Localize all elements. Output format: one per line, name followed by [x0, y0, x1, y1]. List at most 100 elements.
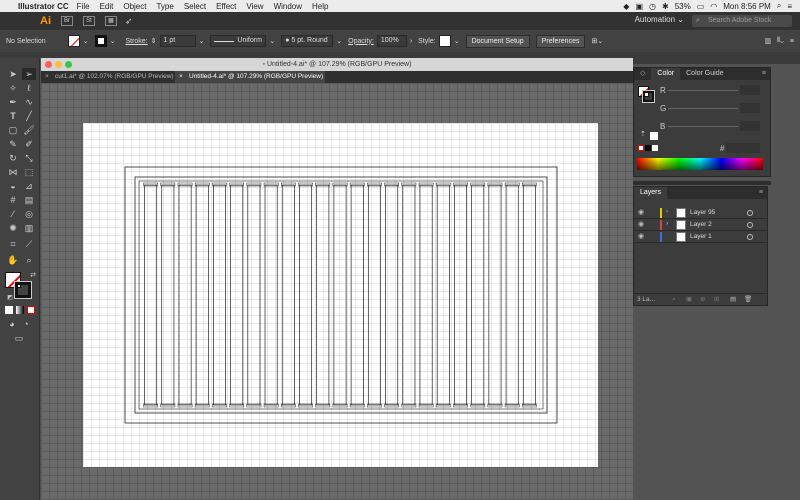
brush-definition[interactable]: ● 5 pt. Round: [281, 35, 334, 47]
hex-field[interactable]: [726, 143, 760, 153]
magic-wand-tool-icon[interactable]: ✧: [6, 82, 20, 94]
menu-object[interactable]: Object: [123, 2, 146, 11]
stroke-label[interactable]: Stroke:: [125, 38, 147, 45]
screen-mode-icon[interactable]: ▭: [12, 332, 26, 344]
stroke-swatch[interactable]: [94, 35, 107, 47]
menu-effect[interactable]: Effect: [216, 2, 236, 11]
width-tool-icon[interactable]: ⋈: [6, 166, 20, 178]
bridge-icon[interactable]: Br: [61, 16, 73, 26]
new-layer-icon[interactable]: ▤: [730, 294, 736, 306]
blend-tool-icon[interactable]: ◎: [22, 208, 36, 220]
chevron-down-icon[interactable]: ⌄: [269, 37, 275, 45]
chevron-down-icon[interactable]: ⌄: [454, 37, 460, 45]
tab-color-guide[interactable]: Color Guide: [680, 68, 729, 80]
expand-arrow-icon[interactable]: ›: [666, 220, 668, 227]
menu-window[interactable]: Window: [274, 2, 302, 11]
panel-menu-icon[interactable]: ≡: [762, 70, 766, 77]
pencil-tool-icon[interactable]: ✐: [22, 138, 36, 150]
opacity-label[interactable]: Opacity:: [348, 38, 374, 45]
expand-arrow-icon[interactable]: ›: [666, 208, 668, 215]
menu-file[interactable]: File: [77, 2, 90, 11]
layer-name[interactable]: Layer 1: [690, 231, 712, 243]
stroke-weight-field[interactable]: 1 pt: [159, 35, 196, 47]
wifi-icon[interactable]: ◠: [710, 2, 717, 11]
out-of-gamut-icon[interactable]: ⇡: [640, 130, 646, 138]
line-tool-icon[interactable]: ╱: [22, 110, 36, 122]
direct-selection-tool-icon[interactable]: ➢: [22, 68, 36, 80]
mesh-tool-icon[interactable]: #: [6, 194, 20, 206]
panel-menu-icon[interactable]: ≡: [759, 189, 763, 196]
lasso-tool-icon[interactable]: ℓ: [22, 82, 36, 94]
hand-tool-icon[interactable]: ✋: [6, 254, 20, 266]
align-icon[interactable]: ▥: [765, 37, 772, 45]
symbol-sprayer-tool-icon[interactable]: ✺: [6, 222, 20, 234]
channel-b-slider[interactable]: [668, 126, 738, 127]
stock-icon[interactable]: St: [83, 16, 95, 26]
swap-fill-stroke-icon[interactable]: ⇄: [26, 270, 40, 282]
status-icon[interactable]: ▣: [635, 2, 643, 11]
layers-dock-header[interactable]: [633, 181, 771, 185]
document-setup-button[interactable]: Document Setup: [465, 34, 530, 48]
close-tab-icon[interactable]: ×: [45, 71, 49, 83]
shape-builder-tool-icon[interactable]: ◒: [6, 180, 20, 192]
arrange-documents-icon[interactable]: ▦: [105, 16, 117, 26]
curvature-tool-icon[interactable]: ∿: [22, 96, 36, 108]
zoom-tool-icon[interactable]: ⌕: [22, 254, 36, 266]
preferences-button[interactable]: Preferences: [535, 34, 586, 48]
fill-swatch[interactable]: [67, 35, 80, 47]
visibility-eye-icon[interactable]: ◉: [638, 232, 644, 240]
gradient-mode-icon[interactable]: [16, 306, 24, 314]
notification-center-icon[interactable]: ≡: [787, 2, 792, 11]
arrange-icon[interactable]: ⊞⌄: [591, 37, 603, 45]
menu-type[interactable]: Type: [156, 2, 173, 11]
gpu-performance-icon[interactable]: ➶: [125, 16, 133, 27]
free-transform-tool-icon[interactable]: ⬚: [22, 166, 36, 178]
chevron-down-icon[interactable]: ⌄: [336, 37, 342, 45]
eyedropper-tool-icon[interactable]: ⁄: [6, 208, 20, 220]
search-icon[interactable]: ⌕: [777, 1, 781, 11]
drawing-mode-icon[interactable]: ◔: [19, 318, 33, 330]
web-safe-swatch[interactable]: [650, 132, 658, 140]
new-layer-icon[interactable]: ⊞: [714, 294, 719, 306]
draw-mode-icon[interactable]: ◕: [5, 318, 19, 330]
color-mode-icon[interactable]: [5, 306, 13, 314]
gradient-tool-icon[interactable]: ▤: [22, 194, 36, 206]
make-clipping-mask-icon[interactable]: ▣: [686, 294, 692, 306]
dropbox-icon[interactable]: ◆: [623, 2, 629, 11]
layer-row[interactable]: ◉ › Layer 2: [634, 219, 767, 231]
channel-b-value[interactable]: [740, 121, 760, 131]
visibility-eye-icon[interactable]: ◉: [638, 208, 644, 216]
layer-row[interactable]: ◉ Layer 1: [634, 231, 767, 243]
minimize-window-icon[interactable]: [55, 61, 62, 68]
artboard[interactable]: [83, 123, 598, 467]
perspective-tool-icon[interactable]: ⊿: [22, 180, 36, 192]
transform-icon[interactable]: ⫴⌄: [777, 37, 784, 45]
clock[interactable]: Mon 8:56 PM: [723, 2, 771, 11]
rotate-tool-icon[interactable]: ↻: [6, 152, 20, 164]
stepper-icon[interactable]: ⇕: [151, 37, 157, 45]
channel-r-value[interactable]: [740, 85, 760, 95]
type-tool-icon[interactable]: T: [6, 110, 20, 122]
selection-tool-icon[interactable]: ➤: [6, 68, 20, 80]
panel-arrows-icon[interactable]: ◇: [634, 68, 651, 80]
white-swatch[interactable]: [652, 145, 658, 151]
trash-icon[interactable]: 🗑: [744, 294, 752, 306]
artwork[interactable]: [83, 123, 598, 467]
stock-search-input[interactable]: ⌕ Search Adobe Stock: [692, 15, 792, 27]
tab-color[interactable]: Color: [651, 68, 681, 80]
time-machine-icon[interactable]: ◷: [649, 2, 656, 11]
panel-menu-icon[interactable]: ≡: [790, 38, 794, 45]
layer-name[interactable]: Layer 95: [690, 207, 715, 219]
battery-percent[interactable]: 53%: [675, 2, 691, 11]
stroke-color-swatch[interactable]: [14, 281, 32, 299]
tab-untitled-4[interactable]: × Untitled-4.ai* @ 107.29% (RGB/GPU Prev…: [175, 71, 325, 83]
pen-tool-icon[interactable]: ✒: [6, 96, 20, 108]
zoom-window-icon[interactable]: [65, 61, 72, 68]
layer-row[interactable]: ◉ › Layer 95: [634, 207, 767, 219]
channel-g-value[interactable]: [740, 103, 760, 113]
target-circle-icon[interactable]: [747, 210, 753, 216]
artboard-tool-icon[interactable]: ⌗: [6, 238, 20, 250]
chevron-down-icon[interactable]: ⌄: [83, 37, 89, 45]
battery-icon[interactable]: ▭: [697, 2, 705, 11]
black-swatch[interactable]: [645, 145, 651, 151]
